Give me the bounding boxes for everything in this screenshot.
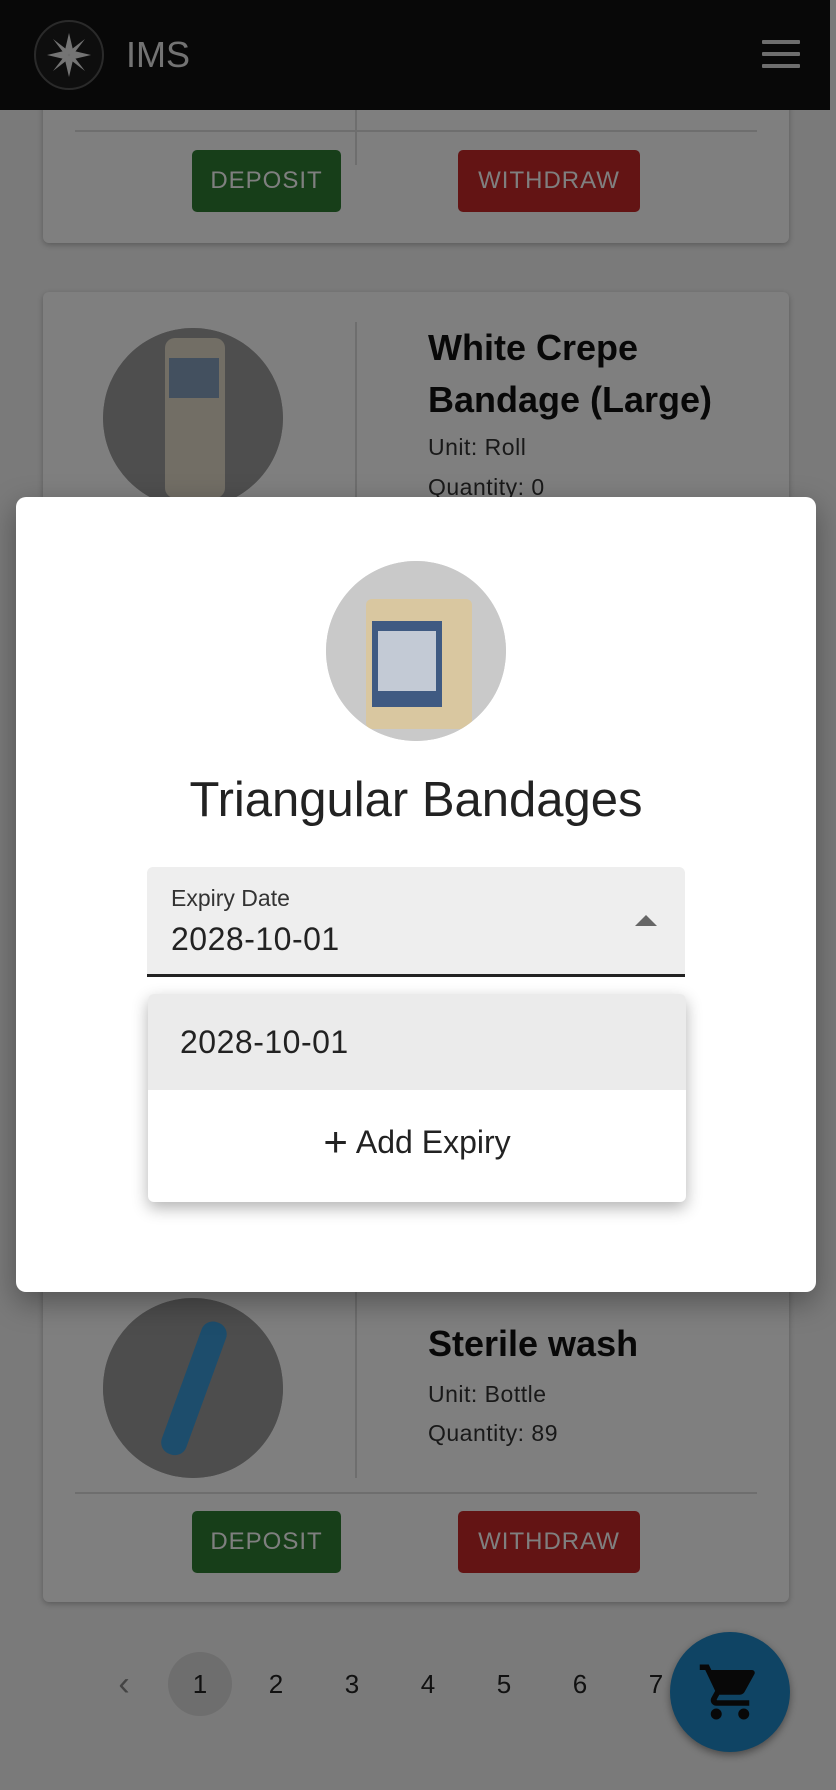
add-expiry-option[interactable]: + Add Expiry <box>148 1094 686 1190</box>
dialog-title: Triangular Bandages <box>189 773 643 827</box>
plus-icon: + <box>323 1118 348 1165</box>
add-expiry-label: Add Expiry <box>355 1123 511 1160</box>
expiry-date-value: 2028-10-01 <box>171 921 340 957</box>
expiry-dropdown-menu: 2028-10-01 + Add Expiry <box>148 994 686 1202</box>
arrow-up-icon[interactable] <box>635 915 657 926</box>
expiry-date-label: Expiry Date <box>171 885 290 911</box>
expiry-date-select[interactable]: Expiry Date 2028-10-01 <box>147 867 685 977</box>
expiry-option[interactable]: 2028-10-01 <box>148 994 686 1090</box>
item-image <box>326 561 506 741</box>
